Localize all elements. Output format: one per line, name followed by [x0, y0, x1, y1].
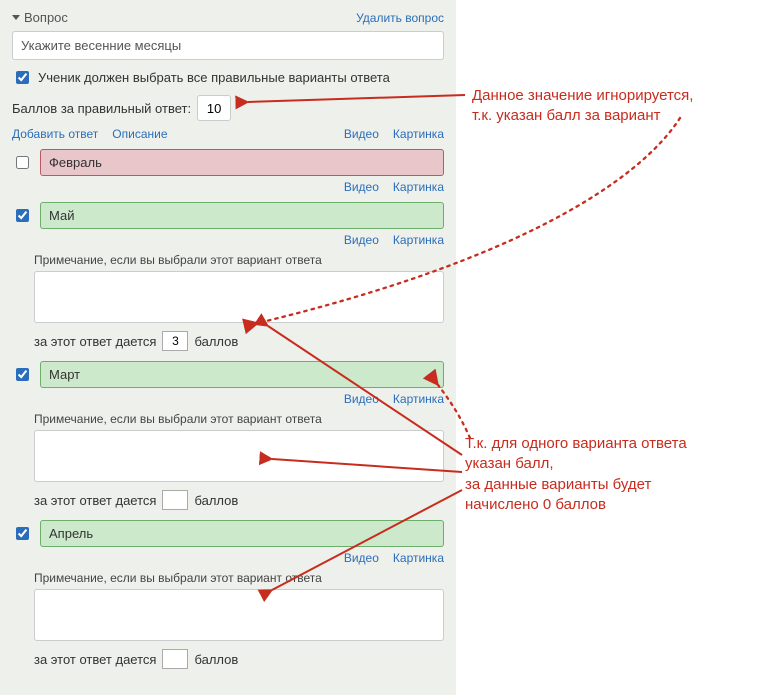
delete-question-link[interactable]: Удалить вопрос [356, 11, 444, 25]
score-prefix: за этот ответ дается [34, 334, 156, 349]
video-link[interactable]: Видео [344, 127, 379, 141]
question-header: Вопрос Удалить вопрос [12, 8, 444, 31]
answer-video-link[interactable]: Видео [344, 392, 379, 406]
answer-image-link[interactable]: Картинка [393, 233, 444, 247]
score-suffix: баллов [194, 652, 238, 667]
answer-block: Май Видео Картинка Примечание, если вы в… [12, 202, 444, 351]
answer-text-input[interactable]: Май [40, 202, 444, 229]
answer-video-link[interactable]: Видео [344, 551, 379, 565]
answer-checkbox[interactable] [16, 156, 29, 169]
score-row: за этот ответ дается баллов [34, 649, 444, 669]
require-all-row[interactable]: Ученик должен выбрать все правильные вар… [12, 68, 444, 87]
score-input[interactable] [162, 490, 188, 510]
answer-text-input[interactable]: Март [40, 361, 444, 388]
question-panel: Вопрос Удалить вопрос Укажите весенние м… [0, 0, 456, 695]
answer-video-link[interactable]: Видео [344, 180, 379, 194]
score-row: за этот ответ дается баллов [34, 331, 444, 351]
points-input[interactable] [197, 95, 231, 121]
answer-block: Март Видео Картинка Примечание, если вы … [12, 361, 444, 510]
annotation-bottom: Т.к. для одного варианта ответа указан б… [465, 434, 687, 515]
score-prefix: за этот ответ дается [34, 493, 156, 508]
points-label: Баллов за правильный ответ: [12, 101, 191, 116]
question-text-input[interactable]: Укажите весенние месяцы [12, 31, 444, 60]
require-all-label: Ученик должен выбрать все правильные вар… [38, 70, 390, 85]
note-label: Примечание, если вы выбрали этот вариант… [34, 412, 444, 426]
require-all-checkbox[interactable] [16, 71, 29, 84]
answer-checkbox[interactable] [16, 527, 29, 540]
answer-image-link[interactable]: Картинка [393, 551, 444, 565]
answer-checkbox[interactable] [16, 368, 29, 381]
note-textarea[interactable] [34, 430, 444, 482]
points-row: Баллов за правильный ответ: [12, 95, 444, 121]
caret-down-icon [12, 15, 20, 20]
question-label: Вопрос [24, 10, 68, 25]
answer-block: Февраль Видео Картинка [12, 149, 444, 198]
annotation-top: Данное значение игнорируется, т.к. указа… [472, 86, 693, 127]
note-label: Примечание, если вы выбрали этот вариант… [34, 253, 444, 267]
answer-text-input[interactable]: Февраль [40, 149, 444, 176]
note-label: Примечание, если вы выбрали этот вариант… [34, 571, 444, 585]
description-link[interactable]: Описание [112, 127, 167, 141]
question-title[interactable]: Вопрос [12, 10, 68, 25]
answer-text-input[interactable]: Апрель [40, 520, 444, 547]
score-input[interactable] [162, 649, 188, 669]
answer-video-link[interactable]: Видео [344, 233, 379, 247]
question-links-row: Добавить ответ Описание Видео Картинка [12, 127, 444, 141]
answer-block: Апрель Видео Картинка Примечание, если в… [12, 520, 444, 669]
note-textarea[interactable] [34, 589, 444, 641]
add-answer-link[interactable]: Добавить ответ [12, 127, 98, 141]
note-textarea[interactable] [34, 271, 444, 323]
answer-image-link[interactable]: Картинка [393, 180, 444, 194]
score-row: за этот ответ дается баллов [34, 490, 444, 510]
image-link[interactable]: Картинка [393, 127, 444, 141]
score-suffix: баллов [194, 334, 238, 349]
score-input[interactable] [162, 331, 188, 351]
answer-checkbox[interactable] [16, 209, 29, 222]
answer-image-link[interactable]: Картинка [393, 392, 444, 406]
score-suffix: баллов [194, 493, 238, 508]
score-prefix: за этот ответ дается [34, 652, 156, 667]
